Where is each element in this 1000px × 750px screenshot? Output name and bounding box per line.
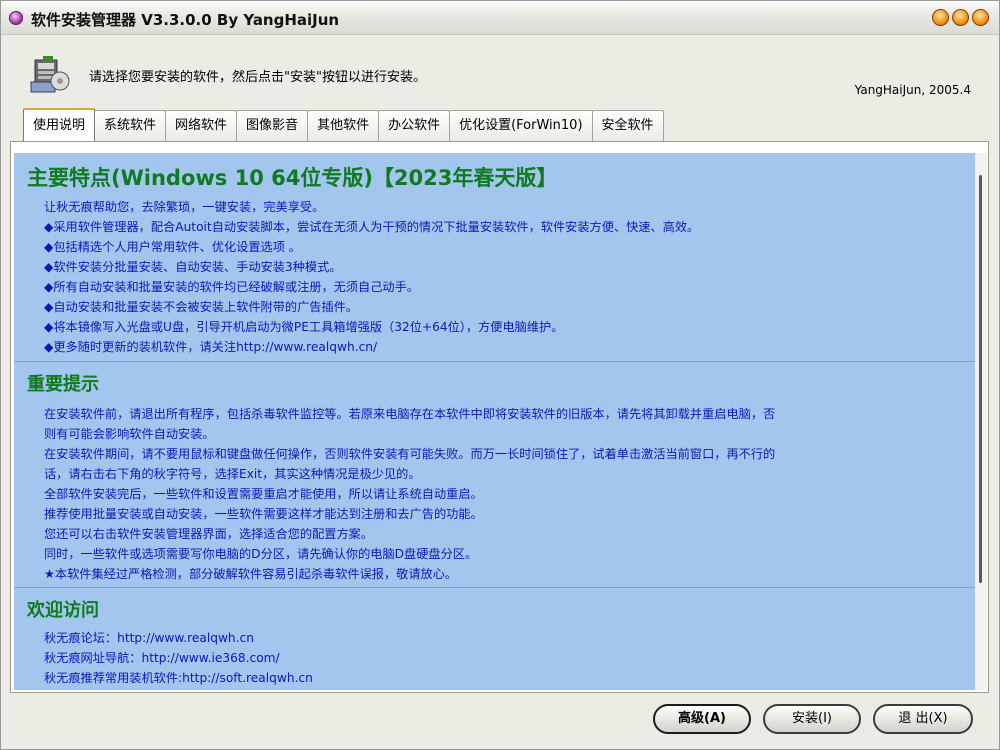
feature-line: ◆自动安装和批量安装不会被安装上软件附带的广告插件。 <box>44 300 359 314</box>
content-scrollbar[interactable] <box>975 153 987 690</box>
tab-office-software[interactable]: 办公软件 <box>378 110 451 141</box>
feature-line: ◆将本镜像写入光盘或U盘，引导开机启动为微PE工具箱增强版（32位+64位），方… <box>44 320 564 334</box>
tips-section: 重要提示 在安装软件前，请退出所有程序，包括杀毒软件监控等。若原来电脑存在本软件… <box>14 361 975 587</box>
header: 请选择您要安装的软件，然后点击"安装"按钮以进行安装。 YangHaiJun, … <box>1 36 999 104</box>
tips-list: 在安装软件前，请退出所有程序，包括杀毒软件监控等。若原来电脑存在本软件中即将安装… <box>44 404 775 584</box>
installer-window: 软件安装管理器 V3.3.0.0 By YangHaiJun 请选择您要安装的软… <box>0 0 1000 750</box>
software-link[interactable]: 秋无痕推荐常用装机软件:http://soft.realqwh.cn <box>44 668 313 688</box>
tips-title: 重要提示 <box>27 374 99 395</box>
author-credit: YangHaiJun, 2005.4 <box>854 83 971 97</box>
window-controls <box>932 9 989 26</box>
tab-image-media[interactable]: 图像影音 <box>236 110 309 141</box>
feature-line: ◆采用软件管理器，配合Autoit自动安装脚本，尝试在无须人为干预的情况下批量安… <box>44 220 700 234</box>
navigation-link[interactable]: 秋无痕网址导航：http://www.ie368.com/ <box>44 648 313 668</box>
content-panel: 主要特点(Windows 10 64位专版)【2023年春天版】 让秋无痕帮助您… <box>10 141 989 693</box>
links-list: 秋无痕论坛：http://www.realqwh.cn 秋无痕网址导航：http… <box>44 628 313 688</box>
tip-line: 全部软件安装完后，一些软件和设置需要重启才能使用，所以请让系统自动重启。 <box>44 487 483 501</box>
tab-system-software[interactable]: 系统软件 <box>94 110 167 141</box>
tab-network-software[interactable]: 网络软件 <box>165 110 238 141</box>
features-title: 主要特点(Windows 10 64位专版)【2023年春天版】 <box>27 166 558 190</box>
tip-line: 在安装软件前，请退出所有程序，包括杀毒软件监控等。若原来电脑存在本软件中即将安装… <box>44 407 776 421</box>
usage-content: 主要特点(Windows 10 64位专版)【2023年春天版】 让秋无痕帮助您… <box>14 153 975 690</box>
tip-line: 推荐使用批量安装或自动安装，一些软件需要这样才能达到注册和去广告的功能。 <box>44 507 483 521</box>
welcome-section: 欢迎访问 秋无痕论坛：http://www.realqwh.cn 秋无痕网址导航… <box>14 587 975 690</box>
tab-other-software[interactable]: 其他软件 <box>307 110 380 141</box>
tip-line: 在安装软件期间，请不要用鼠标和键盘做任何操作，否则软件安装有可能失败。而万一长时… <box>44 447 776 461</box>
feature-line: ◆软件安装分批量安装、自动安装、手动安装3种模式。 <box>44 260 342 274</box>
tab-security-software[interactable]: 安全软件 <box>591 110 664 141</box>
features-list: 让秋无痕帮助您，去除繁琐，一键安装，完美享受。 ◆采用软件管理器，配合Autoi… <box>44 197 699 357</box>
app-circle-icon <box>9 11 23 25</box>
feature-line: ◆包括精选个人用户常用软件、优化设置选项 。 <box>44 240 301 254</box>
setup-package-icon <box>30 56 70 93</box>
tip-line: 话，请右击右下角的秋字符号，选择Exit，其实这种情况是极少见的。 <box>44 467 421 481</box>
tip-line: 同时，一些软件或选项需要写你电脑的D分区，请先确认你的电脑D盘硬盘分区。 <box>44 547 478 561</box>
features-section: 主要特点(Windows 10 64位专版)【2023年春天版】 让秋无痕帮助您… <box>14 153 975 361</box>
tab-usage[interactable]: 使用说明 <box>23 108 96 141</box>
tip-line: 您还可以右击软件安装管理器界面，选择适合您的配置方案。 <box>44 527 374 541</box>
feature-line: ◆更多随时更新的装机软件，请关注http://www.realqwh.cn/ <box>44 340 378 354</box>
close-icon[interactable] <box>972 9 989 26</box>
title-bar[interactable]: 软件安装管理器 V3.3.0.0 By YangHaiJun <box>1 1 999 35</box>
tab-bar: 使用说明 系统软件 网络软件 图像影音 其他软件 办公软件 优化设置(ForWi… <box>23 108 664 141</box>
tip-line: 则有可能会影响软件自动安装。 <box>44 427 215 441</box>
forum-link[interactable]: 秋无痕论坛：http://www.realqwh.cn <box>44 628 313 648</box>
install-button[interactable]: 安装(I) <box>763 704 861 734</box>
welcome-title: 欢迎访问 <box>27 600 99 621</box>
instruction-text: 请选择您要安装的软件，然后点击"安装"按钮以进行安装。 <box>89 70 426 85</box>
tab-optimization[interactable]: 优化设置(ForWin10) <box>449 110 593 141</box>
window-title: 软件安装管理器 V3.3.0.0 By YangHaiJun <box>31 11 340 29</box>
tip-line: ★本软件集经过严格检测，部分破解软件容易引起杀毒软件误报，敬请放心。 <box>44 567 458 581</box>
minimize-icon[interactable] <box>932 9 949 26</box>
scrollbar-thumb[interactable] <box>979 175 982 583</box>
feature-line: ◆所有自动安装和批量安装的软件均已经破解或注册，无须自己动手。 <box>44 280 419 294</box>
advanced-button[interactable]: 高级(A) <box>653 704 751 734</box>
feature-line: 让秋无痕帮助您，去除繁琐，一键安装，完美享受。 <box>44 200 325 214</box>
exit-button[interactable]: 退 出(X) <box>873 704 973 734</box>
maximize-icon[interactable] <box>952 9 969 26</box>
